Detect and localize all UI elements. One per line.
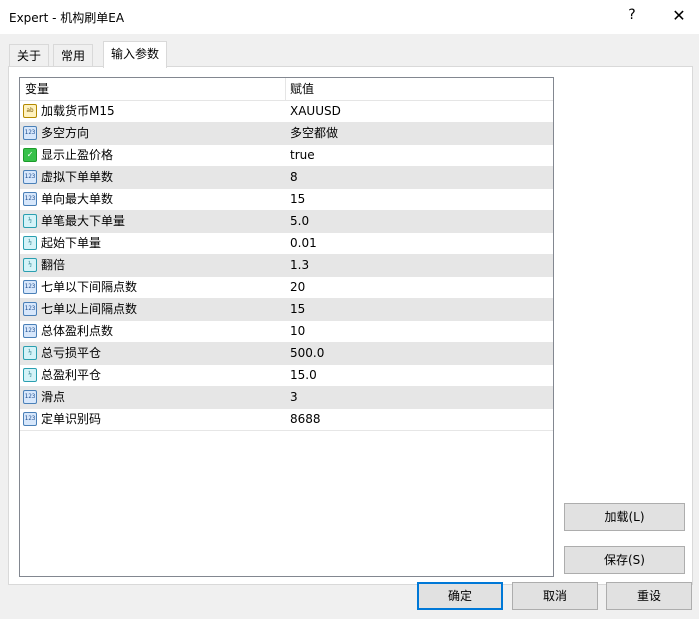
ok-button[interactable]: 确定 bbox=[417, 582, 503, 610]
variable-name: 定单识别码 bbox=[41, 412, 102, 426]
table-row[interactable]: ½ 单笔最大下单量 5.0 bbox=[20, 211, 553, 233]
tab-common[interactable]: 常用 bbox=[53, 44, 94, 67]
variable-name: 显示止盈价格 bbox=[41, 148, 114, 162]
title-bar: Expert - 机构刷单EA ? ✕ bbox=[0, 0, 699, 34]
integer-type-icon: 123 bbox=[23, 390, 37, 404]
integer-type-icon: 123 bbox=[23, 324, 37, 338]
variable-value[interactable]: 10 bbox=[290, 321, 305, 342]
double-type-icon: ½ bbox=[23, 368, 37, 382]
table-row[interactable]: ✓ 显示止盈价格 true bbox=[20, 145, 553, 167]
integer-type-icon: 123 bbox=[23, 192, 37, 206]
variable-value[interactable]: 8688 bbox=[290, 409, 321, 430]
save-button[interactable]: 保存(S) bbox=[564, 546, 685, 574]
variable-name: 翻倍 bbox=[41, 258, 66, 272]
variable-name: 总亏损平仓 bbox=[41, 346, 102, 360]
table-row[interactable]: 123 滑点 3 bbox=[20, 387, 553, 409]
table-row[interactable]: 123 总体盈利点数 10 bbox=[20, 321, 553, 343]
header-variable[interactable]: 变量 bbox=[25, 78, 49, 100]
integer-type-icon: 123 bbox=[23, 412, 37, 426]
variable-name: 滑点 bbox=[41, 390, 66, 404]
double-type-icon: ½ bbox=[23, 258, 37, 272]
variable-value[interactable]: 15.0 bbox=[290, 365, 317, 386]
variable-value[interactable]: 500.0 bbox=[290, 343, 324, 364]
variable-name: 单向最大单数 bbox=[41, 192, 114, 206]
integer-type-icon: 123 bbox=[23, 170, 37, 184]
integer-type-icon: 123 bbox=[23, 280, 37, 294]
double-type-icon: ½ bbox=[23, 236, 37, 250]
close-button[interactable]: ✕ bbox=[668, 6, 690, 28]
variable-value[interactable]: 1.3 bbox=[290, 255, 309, 276]
table-row[interactable]: 123 多空方向 多空都做 bbox=[20, 123, 553, 145]
double-type-icon: ½ bbox=[23, 346, 37, 360]
integer-type-icon: 123 bbox=[23, 126, 37, 140]
table-row[interactable]: 123 七单以上间隔点数 15 bbox=[20, 299, 553, 321]
variable-name: 起始下单量 bbox=[41, 236, 102, 250]
variable-value[interactable]: XAUUSD bbox=[290, 101, 341, 122]
column-divider[interactable] bbox=[285, 78, 286, 100]
variable-value[interactable]: 8 bbox=[290, 167, 298, 188]
window-title: Expert - 机构刷单EA bbox=[9, 11, 125, 25]
parameters-grid: 变量 赋值 ab 加载货币M15 XAUUSD 123 多空方向 多空都做 ✓ 显示止盈价格 t… bbox=[19, 77, 554, 577]
variable-value[interactable]: 0.01 bbox=[290, 233, 317, 254]
variable-name: 总盈利平仓 bbox=[41, 368, 102, 382]
help-button[interactable]: ? bbox=[622, 7, 642, 27]
table-row[interactable]: 123 七单以下间隔点数 20 bbox=[20, 277, 553, 299]
reset-button[interactable]: 重设 bbox=[606, 582, 692, 610]
variable-value[interactable]: 15 bbox=[290, 189, 305, 210]
variable-value[interactable]: 5.0 bbox=[290, 211, 309, 232]
variable-name: 加载货币M15 bbox=[41, 104, 115, 118]
variable-value[interactable]: 20 bbox=[290, 277, 305, 298]
header-value[interactable]: 赋值 bbox=[290, 78, 314, 100]
integer-type-icon: 123 bbox=[23, 302, 37, 316]
table-row[interactable]: ½ 总亏损平仓 500.0 bbox=[20, 343, 553, 365]
variable-name: 总体盈利点数 bbox=[41, 324, 114, 338]
grid-rows: ab 加载货币M15 XAUUSD 123 多空方向 多空都做 ✓ 显示止盈价格 true 123… bbox=[20, 101, 553, 431]
variable-value[interactable]: 15 bbox=[290, 299, 305, 320]
load-button[interactable]: 加载(L) bbox=[564, 503, 685, 531]
double-type-icon: ½ bbox=[23, 214, 37, 228]
table-row[interactable]: 123 单向最大单数 15 bbox=[20, 189, 553, 211]
variable-value[interactable]: 多空都做 bbox=[290, 123, 338, 144]
table-row[interactable]: ab 加载货币M15 XAUUSD bbox=[20, 101, 553, 123]
table-row[interactable]: 123 虚拟下单单数 8 bbox=[20, 167, 553, 189]
variable-name: 多空方向 bbox=[41, 126, 90, 140]
variable-name: 七单以上间隔点数 bbox=[41, 302, 138, 316]
variable-value[interactable]: 3 bbox=[290, 387, 298, 408]
table-row[interactable]: ½ 翻倍 1.3 bbox=[20, 255, 553, 277]
table-row[interactable]: ½ 总盈利平仓 15.0 bbox=[20, 365, 553, 387]
tab-input-parameters[interactable]: 输入参数 bbox=[103, 41, 168, 68]
string-type-icon: ab bbox=[23, 104, 37, 118]
cancel-button[interactable]: 取消 bbox=[512, 582, 598, 610]
tab-about[interactable]: 关于 bbox=[9, 44, 50, 67]
variable-name: 单笔最大下单量 bbox=[41, 214, 126, 228]
variable-name: 虚拟下单单数 bbox=[41, 170, 114, 184]
variable-name: 七单以下间隔点数 bbox=[41, 280, 138, 294]
variable-value[interactable]: true bbox=[290, 145, 315, 166]
table-row[interactable]: 123 定单识别码 8688 bbox=[20, 409, 553, 431]
grid-header: 变量 赋值 bbox=[20, 78, 553, 101]
table-row[interactable]: ½ 起始下单量 0.01 bbox=[20, 233, 553, 255]
boolean-type-icon: ✓ bbox=[23, 148, 37, 162]
